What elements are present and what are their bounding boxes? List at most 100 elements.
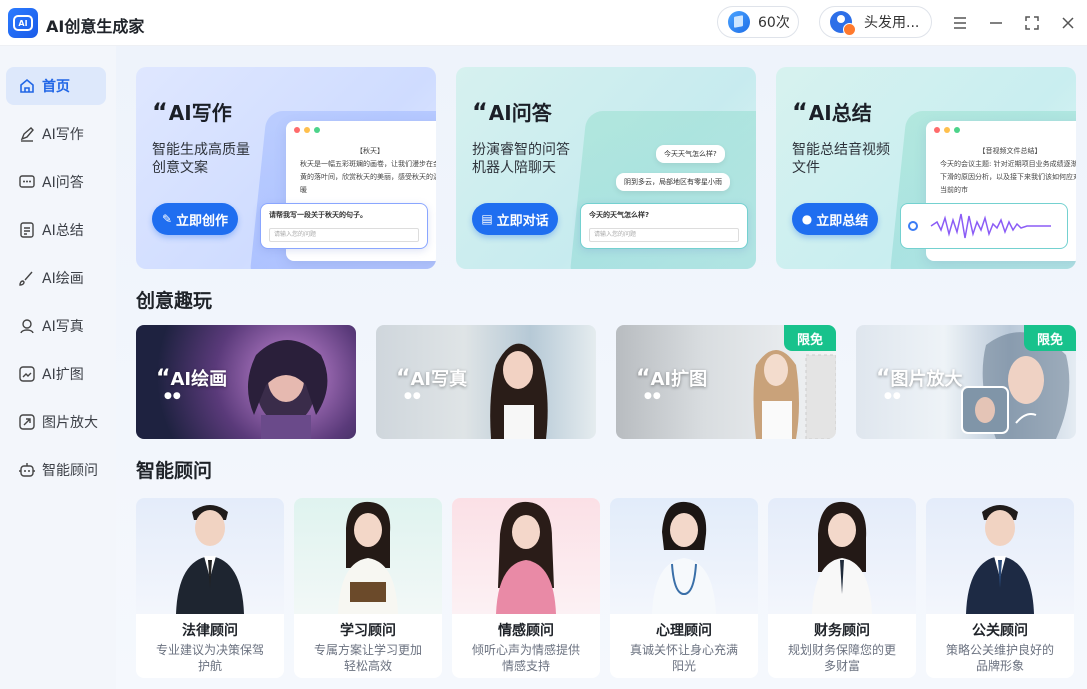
fun-card-label-text: AI扩图: [650, 369, 708, 390]
fun-card-ai-portrait[interactable]: “AI写真 ●●: [376, 325, 596, 439]
pen-icon: [18, 125, 36, 143]
sidebar-item-label: AI问答: [42, 175, 84, 191]
sidebar-item-smart-advisor[interactable]: 智能顾问: [6, 451, 106, 489]
sidebar-item-label: 智能顾问: [42, 463, 98, 479]
fun-card-ai-painting[interactable]: “AI绘画 ●●: [136, 325, 356, 439]
sidebar-item-label: AI扩图: [42, 367, 84, 383]
advisor-card-study[interactable]: 学习顾问 专属方案让学习更加轻松高效: [294, 498, 442, 678]
credits-count: 60次: [758, 15, 790, 31]
eyes-icon: ●●: [644, 391, 662, 401]
app-logo: AI: [8, 8, 38, 38]
sidebar-item-ai-qa[interactable]: AI问答: [6, 163, 106, 201]
audio-waveform: [900, 203, 1068, 249]
prompt-input-placeholder: 请输入您的问题: [269, 228, 419, 242]
sidebar-item-label: 图片放大: [42, 415, 98, 431]
sidebar-item-label: AI写真: [42, 319, 84, 335]
fun-card-label-text: AI绘画: [170, 369, 228, 390]
advisor-card-finance[interactable]: 财务顾问 规划财务保障您的更多财富: [768, 498, 916, 678]
chat-icon: [18, 173, 36, 191]
brush-icon: [18, 269, 36, 287]
cube-icon: [728, 11, 750, 33]
advisor-card-psychology[interactable]: 心理顾问 真诚关怀让身心充满阳光: [610, 498, 758, 678]
preview-text: 【音视频文件总结】 今天的会议主题: 针对近期项目业务成绩逐渐下滑的原因分析，以…: [940, 145, 1076, 197]
feature-description: 扮演睿智的问答机器人陪聊天: [472, 142, 570, 176]
advisor-description: 专业建议为决策保驾护航: [155, 643, 264, 673]
logo-text: AI: [13, 15, 33, 31]
button-label: 立即总结: [816, 213, 869, 229]
close-icon[interactable]: [1057, 12, 1079, 34]
advisor-name: 公关顾问: [972, 623, 1028, 639]
advisor-name: 法律顾问: [182, 623, 238, 639]
advisor-description: 真诚关怀让身心充满阳光: [629, 643, 738, 673]
button-label: 立即创作: [176, 213, 229, 229]
advisor-portrait: [496, 501, 556, 614]
minimize-icon[interactable]: [985, 12, 1007, 34]
prompt-box: 请帮我写一段关于秋天的句子。 请输入您的问题: [260, 203, 428, 249]
menu-icon[interactable]: [949, 12, 971, 34]
advisor-description: 策略公关维护良好的品牌形象: [945, 643, 1054, 673]
prompt-text: 请帮我写一段关于秋天的句子。: [269, 211, 367, 219]
title-bar: AI AI创意生成家 60次 头发用...: [0, 0, 1087, 46]
sidebar-item-image-enlarge[interactable]: 图片放大: [6, 403, 106, 441]
user-name: 头发用...: [864, 15, 920, 31]
feature-card-ai-qa[interactable]: 今天天气怎么样? 阴到多云，局部地区有零星小雨 今天的天气怎么样? 请输入您的问…: [456, 67, 756, 269]
button-label: 立即对话: [496, 213, 549, 229]
feature-description: 智能总结音视频文件: [792, 142, 890, 176]
advisor-portrait: [812, 501, 872, 614]
window-dots: [934, 127, 960, 133]
feature-description: 智能生成高质量创意文案: [152, 142, 250, 176]
advisor-portrait: [652, 501, 716, 614]
sidebar-item-home[interactable]: 首页: [6, 67, 106, 105]
advisor-portrait: [338, 501, 398, 614]
advisor-name: 心理顾问: [656, 623, 712, 639]
sidebar-item-ai-writing[interactable]: AI写作: [6, 115, 106, 153]
fun-card-image-enlarge[interactable]: 限免 “图片放大 ●●: [856, 325, 1076, 439]
feature-title: “AI问答: [472, 98, 552, 126]
sidebar-item-ai-summary[interactable]: AI总结: [6, 211, 106, 249]
eyes-icon: ●●: [884, 391, 902, 401]
fun-card-ai-expand[interactable]: 限免 “AI扩图 ●●: [616, 325, 836, 439]
feature-card-ai-writing[interactable]: 【秋天】 秋天是一幅五彩斑斓的画卷，让我们漫步在金黄的落叶间，欣赏秋天的美丽，感…: [136, 67, 436, 269]
chat-answer-bubble: 阴到多云，局部地区有零星小雨: [616, 173, 730, 191]
window-dots: [294, 127, 320, 133]
fun-card-label-text: 图片放大: [890, 369, 963, 390]
fun-card-label: “图片放大: [876, 366, 963, 391]
start-summary-button[interactable]: ● 立即总结: [792, 203, 878, 235]
advisor-portrait: [176, 505, 244, 614]
credits-button[interactable]: 60次: [717, 6, 799, 38]
prompt-box: 今天的天气怎么样? 请输入您的问题: [580, 203, 748, 249]
user-account-button[interactable]: 头发用...: [819, 6, 932, 38]
start-chat-button[interactable]: ▤ 立即对话: [472, 203, 558, 235]
advisor-card-legal[interactable]: 法律顾问 专业建议为决策保驾护航: [136, 498, 284, 678]
enlarge-icon: [18, 413, 36, 431]
feature-title-text: AI总结: [808, 101, 872, 125]
sidebar-item-ai-portrait[interactable]: AI写真: [6, 307, 106, 345]
sidebar-item-ai-painting[interactable]: AI绘画: [6, 259, 106, 297]
maximize-icon[interactable]: [1021, 12, 1043, 34]
fun-card-label: “AI写真: [396, 366, 468, 391]
preview-heading: 【秋天】: [356, 147, 384, 155]
chat-question-bubble: 今天天气怎么样?: [656, 145, 725, 163]
prompt-input-placeholder: 请输入您的问题: [589, 228, 739, 242]
sidebar-item-ai-expand[interactable]: AI扩图: [6, 355, 106, 393]
advisor-description: 规划财务保障您的更多财富: [787, 643, 896, 673]
advisor-name: 情感顾问: [498, 623, 554, 639]
robot-icon: [18, 461, 36, 479]
start-writing-button[interactable]: ✎ 立即创作: [152, 203, 238, 235]
free-badge: 限免: [784, 325, 836, 351]
feature-card-ai-summary[interactable]: 【音视频文件总结】 今天的会议主题: 针对近期项目业务成绩逐渐下滑的原因分析，以…: [776, 67, 1076, 269]
advisor-card-pr[interactable]: 公关顾问 策略公关维护良好的品牌形象: [926, 498, 1074, 678]
advisor-card-emotion[interactable]: 情感顾问 倾听心声为情感提供情感支持: [452, 498, 600, 678]
document-icon: [18, 221, 36, 239]
eyes-icon: ●●: [164, 391, 182, 401]
summary-icon: ●: [801, 212, 813, 226]
sidebar-item-label: AI总结: [42, 223, 84, 239]
sidebar-item-label: AI绘画: [42, 271, 84, 287]
preview-body: 秋天是一幅五彩斑斓的画卷，让我们漫步在金黄的落叶间，欣赏秋天的美丽，感受秋天的温…: [300, 160, 436, 194]
preview-heading: 【音视频文件总结】: [978, 147, 1042, 155]
feature-title: “AI总结: [792, 98, 872, 126]
avatar: [830, 11, 856, 36]
chat-icon: ▤: [481, 212, 493, 226]
section-title-smart-advisor: 智能顾问: [136, 460, 213, 482]
fun-card-label: “AI绘画: [156, 366, 228, 391]
